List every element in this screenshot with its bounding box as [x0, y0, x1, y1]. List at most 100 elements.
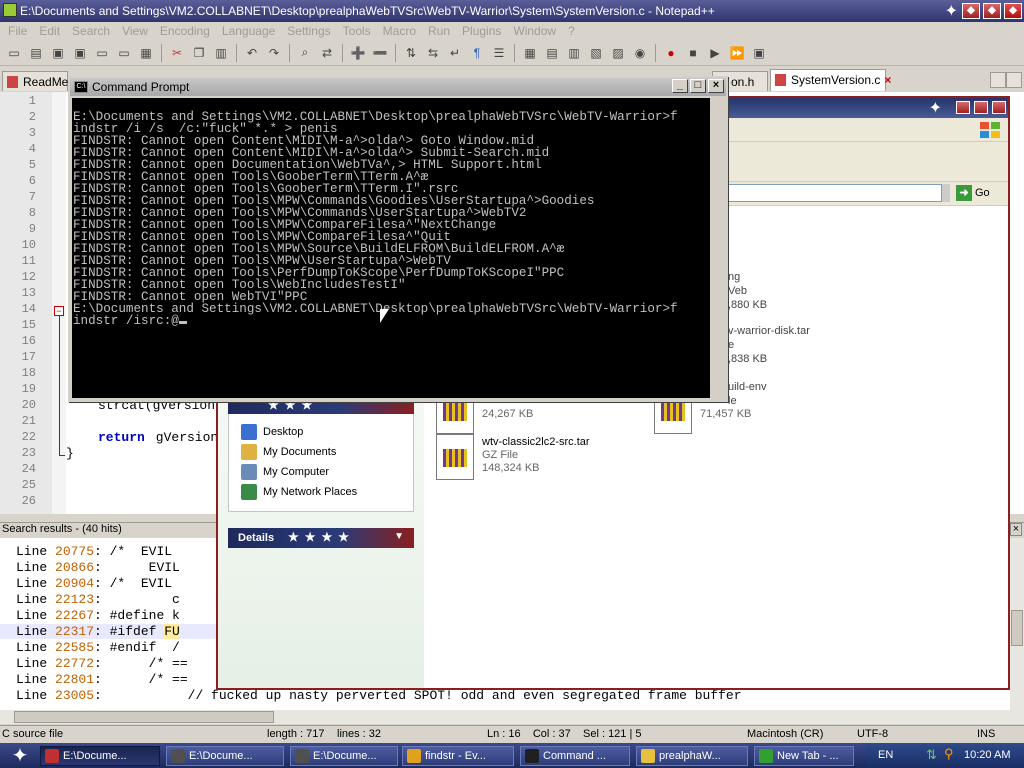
zoom-out-icon[interactable]: ➖ — [370, 43, 390, 63]
minimize-button[interactable]: ◆ — [962, 3, 980, 19]
save-macro-icon[interactable]: ▣ — [749, 43, 769, 63]
taskbar-button[interactable]: findstr - Ev... — [402, 746, 514, 766]
menu-plugins[interactable]: Plugins — [462, 24, 501, 38]
menu-encoding[interactable]: Encoding — [160, 24, 210, 38]
chevron-down-icon[interactable]: ▼ — [394, 531, 404, 542]
language-indicator[interactable]: EN — [878, 749, 893, 761]
place-desktop[interactable]: Desktop — [241, 424, 303, 440]
explorer-minimize-button[interactable] — [956, 101, 970, 114]
search-icon[interactable]: ⚲ — [944, 746, 954, 762]
tab-scroll-right-button[interactable] — [1006, 72, 1022, 88]
address-dropdown-button[interactable] — [942, 184, 950, 202]
search-result-row[interactable]: Line 20775: /* EVIL — [16, 544, 172, 559]
menu-file[interactable]: File — [8, 24, 27, 38]
menu-search[interactable]: Search — [72, 24, 110, 38]
open-file-icon[interactable]: ▤ — [26, 43, 46, 63]
tab-systemversion-c[interactable]: SystemVersion.c × — [770, 69, 891, 91]
eye-icon[interactable]: ◉ — [630, 43, 650, 63]
find-icon[interactable]: ⌕ — [295, 43, 315, 63]
indent-guide-icon[interactable]: ☰ — [489, 43, 509, 63]
menu-settings[interactable]: Settings — [287, 24, 330, 38]
show-all-chars-icon[interactable]: ¶ — [467, 43, 487, 63]
new-file-icon[interactable]: ▭ — [4, 43, 24, 63]
close-button[interactable]: ◆ — [1004, 3, 1022, 19]
menu-view[interactable]: View — [122, 24, 148, 38]
folder-workspace-icon[interactable]: ▧ — [586, 43, 606, 63]
taskbar-button[interactable]: E:\Docume... — [40, 746, 160, 766]
details-header[interactable]: Details ★★★★ ▼ — [228, 528, 414, 548]
clock[interactable]: 10:20 AM — [964, 749, 1010, 761]
play-multiple-icon[interactable]: ⏩ — [727, 43, 747, 63]
fold-marker-icon[interactable]: − — [54, 306, 64, 316]
menu-macro[interactable]: Macro — [383, 24, 416, 38]
cut-icon[interactable]: ✂ — [167, 43, 187, 63]
search-result-row[interactable]: Line 22267: #define k — [16, 608, 180, 623]
file-item-partial[interactable]: v-warrior-disk.tar e ,838 KB — [728, 324, 810, 366]
tab-close-icon[interactable]: × — [884, 73, 891, 87]
close-all-icon[interactable]: ▭ — [114, 43, 134, 63]
tab-scroll-left-button[interactable] — [990, 72, 1006, 88]
cmd-vscroll[interactable] — [710, 98, 726, 398]
taskbar-button[interactable]: New Tab - ... — [754, 746, 854, 766]
wrap-icon[interactable]: ↵ — [445, 43, 465, 63]
menu-edit[interactable]: Edit — [39, 24, 60, 38]
taskbar-button[interactable]: E:\Docume... — [290, 746, 398, 766]
sync-h-icon[interactable]: ⇆ — [423, 43, 443, 63]
notepadpp-title-bar[interactable]: E:\Documents and Settings\VM2.COLLABNET\… — [0, 0, 1024, 22]
search-result-row[interactable]: Line 22123: c — [16, 592, 180, 607]
play-macro-icon[interactable]: ▶ — [705, 43, 725, 63]
search-result-row[interactable]: Line 23005: // fucked up nasty perverted… — [16, 688, 742, 703]
command-prompt-title-bar[interactable]: C:\ Command Prompt _ □ × — [70, 78, 726, 96]
start-button[interactable]: ✦ — [0, 743, 40, 768]
search-result-row[interactable]: Line 22801: /* == — [16, 672, 188, 687]
menu-run[interactable]: Run — [428, 24, 450, 38]
search-result-row[interactable]: Line 20866: EVIL — [16, 560, 180, 575]
stop-macro-icon[interactable]: ■ — [683, 43, 703, 63]
place-my-documents[interactable]: My Documents — [241, 444, 336, 460]
cmd-close-button[interactable]: × — [708, 79, 724, 93]
address-field[interactable] — [728, 184, 942, 202]
search-result-row[interactable]: Line 22585: #endif / — [16, 640, 180, 655]
menu-language[interactable]: Language — [222, 24, 275, 38]
place-my-network-places[interactable]: My Network Places — [241, 484, 357, 500]
save-icon[interactable]: ▣ — [48, 43, 68, 63]
taskbar-button[interactable]: Command ... — [520, 746, 630, 766]
go-button[interactable]: ➜ Go — [956, 184, 996, 202]
close-search-results-icon[interactable]: × — [1010, 523, 1022, 536]
file-item[interactable]: wtv-classic2lc2-src.tar GZ File 148,324 … — [436, 434, 590, 480]
sync-v-icon[interactable]: ⇅ — [401, 43, 421, 63]
redo-icon[interactable]: ↷ — [264, 43, 284, 63]
search-results-hscroll-thumb[interactable] — [14, 711, 274, 723]
menu-window[interactable]: Window — [513, 24, 556, 38]
search-results-vscroll-thumb[interactable] — [1011, 610, 1023, 646]
file-item-partial[interactable]: uild-env le — [728, 380, 767, 408]
cmd-minimize-button[interactable]: _ — [672, 79, 688, 93]
save-all-icon[interactable]: ▣ — [70, 43, 90, 63]
place-my-computer[interactable]: My Computer — [241, 464, 329, 480]
network-icon[interactable]: ⇅ — [926, 747, 937, 763]
console-output[interactable]: E:\Documents and Settings\VM2.COLLABNET\… — [72, 98, 710, 398]
search-result-row[interactable]: Line 20904: /* EVIL — [16, 576, 172, 591]
copy-icon[interactable]: ❐ — [189, 43, 209, 63]
print-icon[interactable]: ▦ — [136, 43, 156, 63]
taskbar-button[interactable]: E:\Docume... — [166, 746, 284, 766]
cmd-maximize-button[interactable]: □ — [690, 79, 706, 93]
taskbar-button[interactable]: prealphaW... — [636, 746, 748, 766]
record-macro-icon[interactable]: ● — [661, 43, 681, 63]
monitor-icon[interactable]: ▨ — [608, 43, 628, 63]
doc-map-icon[interactable]: ▤ — [542, 43, 562, 63]
close-file-icon[interactable]: ▭ — [92, 43, 112, 63]
explorer-close-button[interactable] — [992, 101, 1006, 114]
file-item-partial[interactable]: ng Veb ,880 KB — [728, 270, 767, 312]
explorer-maximize-button[interactable] — [974, 101, 988, 114]
tab-readme[interactable]: ReadMe — [2, 71, 68, 91]
zoom-in-icon[interactable]: ➕ — [348, 43, 368, 63]
paste-icon[interactable]: ▥ — [211, 43, 231, 63]
menu-tools[interactable]: Tools — [343, 24, 371, 38]
undo-icon[interactable]: ↶ — [242, 43, 262, 63]
menu-help[interactable]: ? — [568, 24, 575, 38]
search-result-row[interactable]: Line 22772: /* == — [16, 656, 188, 671]
function-list-icon[interactable]: ▥ — [564, 43, 584, 63]
maximize-button[interactable]: ◆ — [983, 3, 1001, 19]
replace-icon[interactable]: ⇄ — [317, 43, 337, 63]
